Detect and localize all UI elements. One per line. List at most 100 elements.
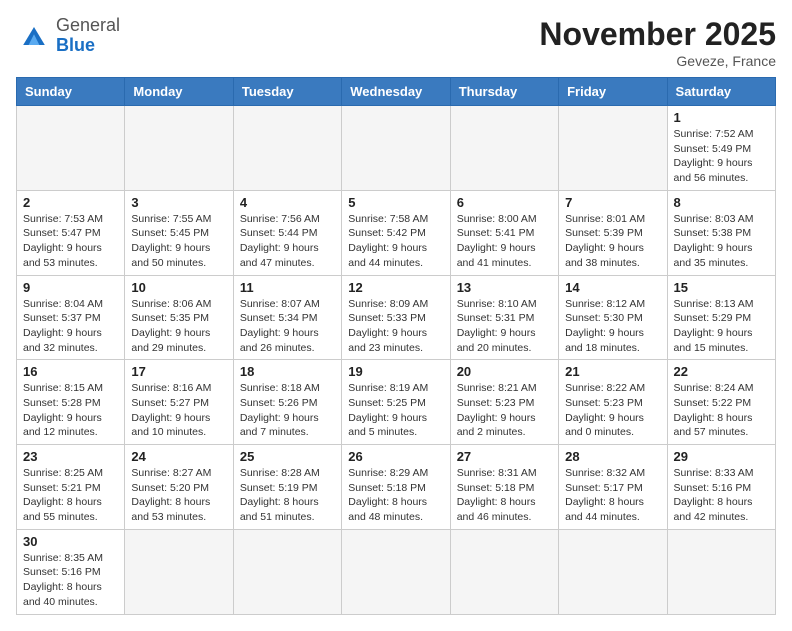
weekday-header-sunday: Sunday <box>17 78 125 106</box>
logo-icon <box>16 18 52 54</box>
calendar-cell: 8 Sunrise: 8:03 AM Sunset: 5:38 PM Daylig… <box>667 190 775 275</box>
day-number: 14 <box>565 280 660 295</box>
day-info: Sunrise: 8:15 AM Sunset: 5:28 PM Dayligh… <box>23 381 118 440</box>
weekday-header-tuesday: Tuesday <box>233 78 341 106</box>
day-info: Sunrise: 8:33 AM Sunset: 5:16 PM Dayligh… <box>674 466 769 525</box>
day-number: 17 <box>131 364 226 379</box>
calendar-cell: 6 Sunrise: 8:00 AM Sunset: 5:41 PM Daylig… <box>450 190 558 275</box>
calendar-cell: 26Sunrise: 8:29 AM Sunset: 5:18 PM Dayli… <box>342 445 450 530</box>
day-number: 27 <box>457 449 552 464</box>
day-number: 12 <box>348 280 443 295</box>
location: Geveze, France <box>539 53 776 69</box>
calendar-week-6: 30Sunrise: 8:35 AM Sunset: 5:16 PM Dayli… <box>17 529 776 614</box>
day-number: 19 <box>348 364 443 379</box>
day-number: 21 <box>565 364 660 379</box>
calendar-cell: 1 Sunrise: 7:52 AM Sunset: 5:49 PM Daylig… <box>667 106 775 191</box>
day-number: 8 <box>674 195 769 210</box>
calendar-cell: 10 Sunrise: 8:06 AM Sunset: 5:35 PM Dayli… <box>125 275 233 360</box>
day-info: Sunrise: 8:19 AM Sunset: 5:25 PM Dayligh… <box>348 381 443 440</box>
calendar-cell <box>559 529 667 614</box>
calendar-cell: 29Sunrise: 8:33 AM Sunset: 5:16 PM Dayli… <box>667 445 775 530</box>
day-info: Sunrise: 7:56 AM Sunset: 5:44 PM Dayligh… <box>240 212 335 271</box>
day-info: Sunrise: 8:27 AM Sunset: 5:20 PM Dayligh… <box>131 466 226 525</box>
day-number: 22 <box>674 364 769 379</box>
calendar-cell <box>17 106 125 191</box>
day-number: 10 <box>131 280 226 295</box>
calendar-cell: 13Sunrise: 8:10 AM Sunset: 5:31 PM Dayli… <box>450 275 558 360</box>
day-info: Sunrise: 8:31 AM Sunset: 5:18 PM Dayligh… <box>457 466 552 525</box>
day-number: 18 <box>240 364 335 379</box>
day-number: 5 <box>348 195 443 210</box>
calendar-cell: 23Sunrise: 8:25 AM Sunset: 5:21 PM Dayli… <box>17 445 125 530</box>
calendar-cell <box>233 106 341 191</box>
weekday-header-monday: Monday <box>125 78 233 106</box>
calendar-cell <box>450 529 558 614</box>
calendar-week-3: 9 Sunrise: 8:04 AM Sunset: 5:37 PM Daylig… <box>17 275 776 360</box>
day-number: 23 <box>23 449 118 464</box>
day-info: Sunrise: 8:28 AM Sunset: 5:19 PM Dayligh… <box>240 466 335 525</box>
calendar-cell <box>342 106 450 191</box>
calendar-cell <box>125 529 233 614</box>
day-number: 1 <box>674 110 769 125</box>
day-number: 16 <box>23 364 118 379</box>
day-number: 25 <box>240 449 335 464</box>
day-number: 15 <box>674 280 769 295</box>
day-info: Sunrise: 7:52 AM Sunset: 5:49 PM Dayligh… <box>674 127 769 186</box>
day-info: Sunrise: 7:53 AM Sunset: 5:47 PM Dayligh… <box>23 212 118 271</box>
calendar-cell: 16 Sunrise: 8:15 AM Sunset: 5:28 PM Dayli… <box>17 360 125 445</box>
calendar-cell: 11Sunrise: 8:07 AM Sunset: 5:34 PM Dayli… <box>233 275 341 360</box>
day-info: Sunrise: 7:55 AM Sunset: 5:45 PM Dayligh… <box>131 212 226 271</box>
day-info: Sunrise: 8:18 AM Sunset: 5:26 PM Dayligh… <box>240 381 335 440</box>
day-info: Sunrise: 8:07 AM Sunset: 5:34 PM Dayligh… <box>240 297 335 356</box>
day-number: 28 <box>565 449 660 464</box>
calendar-cell: 4 Sunrise: 7:56 AM Sunset: 5:44 PM Daylig… <box>233 190 341 275</box>
day-number: 4 <box>240 195 335 210</box>
calendar-cell: 9 Sunrise: 8:04 AM Sunset: 5:37 PM Daylig… <box>17 275 125 360</box>
calendar-cell: 25 Sunrise: 8:28 AM Sunset: 5:19 PM Dayli… <box>233 445 341 530</box>
day-info: Sunrise: 8:04 AM Sunset: 5:37 PM Dayligh… <box>23 297 118 356</box>
calendar-cell <box>125 106 233 191</box>
calendar-cell: 28 Sunrise: 8:32 AM Sunset: 5:17 PM Dayli… <box>559 445 667 530</box>
day-info: Sunrise: 8:22 AM Sunset: 5:23 PM Dayligh… <box>565 381 660 440</box>
logo-blue: Blue <box>56 35 95 55</box>
calendar-cell <box>667 529 775 614</box>
logo: General Blue <box>16 16 120 56</box>
month-title: November 2025 <box>539 16 776 53</box>
day-info: Sunrise: 8:16 AM Sunset: 5:27 PM Dayligh… <box>131 381 226 440</box>
day-info: Sunrise: 8:29 AM Sunset: 5:18 PM Dayligh… <box>348 466 443 525</box>
day-info: Sunrise: 8:21 AM Sunset: 5:23 PM Dayligh… <box>457 381 552 440</box>
day-info: Sunrise: 8:01 AM Sunset: 5:39 PM Dayligh… <box>565 212 660 271</box>
day-info: Sunrise: 8:32 AM Sunset: 5:17 PM Dayligh… <box>565 466 660 525</box>
calendar-week-1: 1 Sunrise: 7:52 AM Sunset: 5:49 PM Daylig… <box>17 106 776 191</box>
day-number: 13 <box>457 280 552 295</box>
calendar-week-2: 2Sunrise: 7:53 AM Sunset: 5:47 PM Daylig… <box>17 190 776 275</box>
weekday-header-thursday: Thursday <box>450 78 558 106</box>
day-info: Sunrise: 8:12 AM Sunset: 5:30 PM Dayligh… <box>565 297 660 356</box>
calendar-cell: 14 Sunrise: 8:12 AM Sunset: 5:30 PM Dayli… <box>559 275 667 360</box>
day-number: 3 <box>131 195 226 210</box>
day-number: 20 <box>457 364 552 379</box>
calendar-cell: 30Sunrise: 8:35 AM Sunset: 5:16 PM Dayli… <box>17 529 125 614</box>
weekday-header-wednesday: Wednesday <box>342 78 450 106</box>
calendar-cell: 20 Sunrise: 8:21 AM Sunset: 5:23 PM Dayli… <box>450 360 558 445</box>
day-info: Sunrise: 8:03 AM Sunset: 5:38 PM Dayligh… <box>674 212 769 271</box>
day-number: 30 <box>23 534 118 549</box>
calendar-cell <box>450 106 558 191</box>
day-number: 9 <box>23 280 118 295</box>
day-number: 24 <box>131 449 226 464</box>
calendar-cell: 21 Sunrise: 8:22 AM Sunset: 5:23 PM Dayli… <box>559 360 667 445</box>
calendar-cell <box>559 106 667 191</box>
calendar-week-4: 16 Sunrise: 8:15 AM Sunset: 5:28 PM Dayli… <box>17 360 776 445</box>
calendar-cell: 22Sunrise: 8:24 AM Sunset: 5:22 PM Dayli… <box>667 360 775 445</box>
calendar-cell: 15Sunrise: 8:13 AM Sunset: 5:29 PM Dayli… <box>667 275 775 360</box>
weekday-row: SundayMondayTuesdayWednesdayThursdayFrid… <box>17 78 776 106</box>
day-info: Sunrise: 8:00 AM Sunset: 5:41 PM Dayligh… <box>457 212 552 271</box>
day-info: Sunrise: 7:58 AM Sunset: 5:42 PM Dayligh… <box>348 212 443 271</box>
day-info: Sunrise: 8:09 AM Sunset: 5:33 PM Dayligh… <box>348 297 443 356</box>
calendar-cell <box>233 529 341 614</box>
header: General Blue November 2025 Geveze, Franc… <box>16 16 776 69</box>
calendar-cell: 18 Sunrise: 8:18 AM Sunset: 5:26 PM Dayli… <box>233 360 341 445</box>
calendar-cell: 5 Sunrise: 7:58 AM Sunset: 5:42 PM Daylig… <box>342 190 450 275</box>
day-number: 6 <box>457 195 552 210</box>
day-info: Sunrise: 8:06 AM Sunset: 5:35 PM Dayligh… <box>131 297 226 356</box>
